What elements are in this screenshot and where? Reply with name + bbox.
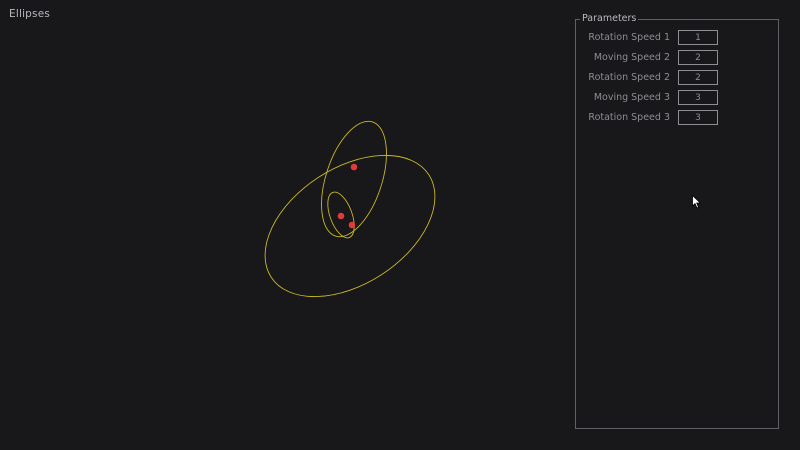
rotation-speed-1-input[interactable]: [678, 30, 718, 45]
mouse-pointer-icon: [692, 195, 702, 209]
param-row-rotation-speed-1: Rotation Speed 1: [576, 30, 778, 46]
param-row-rotation-speed-3: Rotation Speed 3: [576, 110, 778, 126]
moving-speed-2-label: Moving Speed 2: [593, 52, 670, 63]
red-point-2: [337, 212, 345, 220]
param-row-rotation-speed-2: Rotation Speed 2: [576, 70, 778, 86]
rotation-speed-2-input[interactable]: [678, 70, 718, 85]
rotation-speed-3-label: Rotation Speed 3: [588, 112, 670, 123]
parameters-panel: Parameters Rotation Speed 1 Moving Speed…: [575, 13, 779, 429]
moving-speed-2-input[interactable]: [678, 50, 718, 65]
red-point-1: [350, 163, 358, 171]
param-row-moving-speed-2: Moving Speed 2: [576, 50, 778, 66]
moving-speed-3-input[interactable]: [678, 90, 718, 105]
ellipse-canvas[interactable]: [0, 0, 570, 450]
red-point-3: [348, 221, 356, 229]
parameters-title: Parameters: [580, 13, 639, 25]
rotation-speed-2-label: Rotation Speed 2: [588, 72, 670, 83]
moving-speed-3-label: Moving Speed 3: [593, 92, 670, 103]
rotation-speed-1-label: Rotation Speed 1: [588, 32, 670, 43]
rotation-speed-3-input[interactable]: [678, 110, 718, 125]
param-row-moving-speed-3: Moving Speed 3: [576, 90, 778, 106]
app-window: Ellipses Parameters Rotation Speed 1 Mov…: [0, 0, 800, 450]
